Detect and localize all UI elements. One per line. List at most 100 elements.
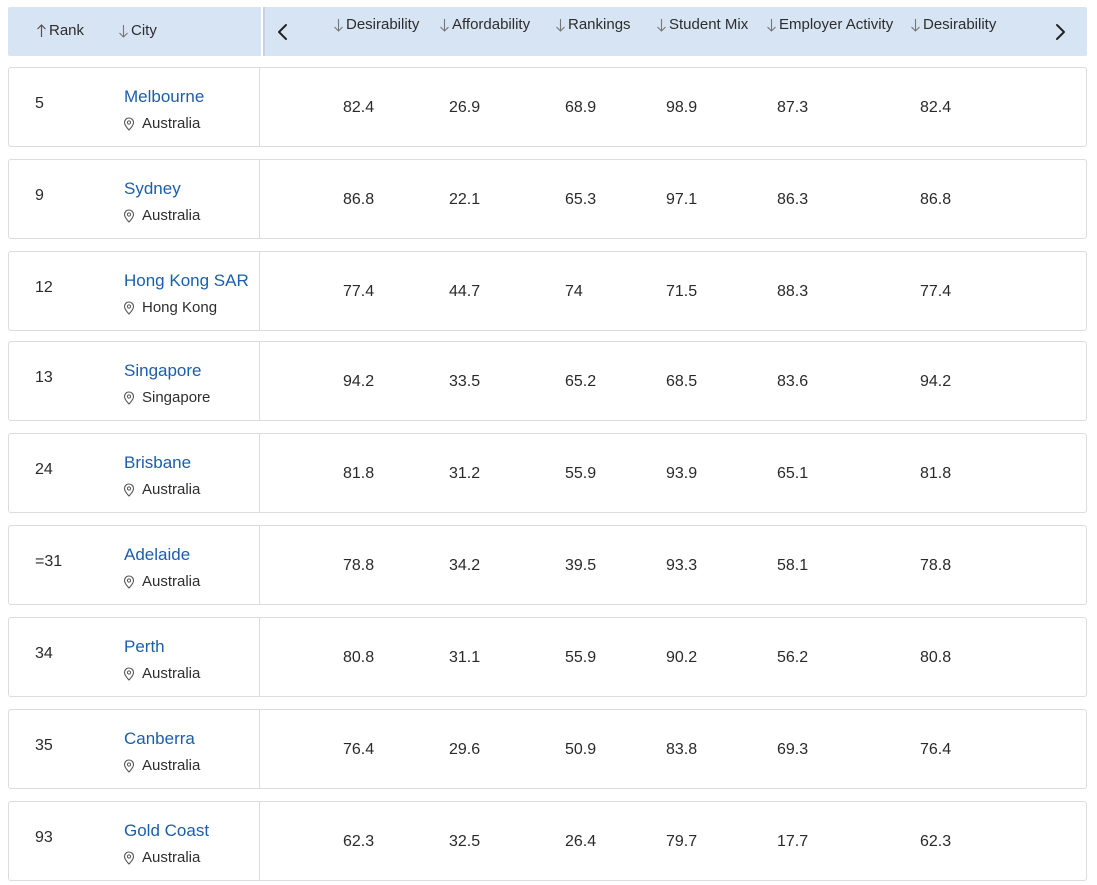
city-country: Australia: [123, 115, 200, 132]
column-header-rankings[interactable]: Rankings: [555, 16, 631, 33]
cell-desirability: 86.8: [343, 191, 375, 208]
cell-desirability: 77.4: [343, 283, 375, 300]
city-link[interactable]: Sydney: [124, 179, 181, 199]
rank-value: 34: [35, 645, 53, 662]
cell-employer-activity: 69.3: [777, 741, 809, 758]
sort-descending-icon: [118, 24, 129, 38]
rank-value: 13: [35, 369, 53, 386]
city-link[interactable]: Canberra: [124, 729, 195, 749]
cell-affordability: 29.6: [449, 741, 481, 758]
cell-desirability: 80.8: [343, 649, 375, 666]
cell-rankings: 65.2: [565, 373, 597, 390]
cell-rankings: 55.9: [565, 465, 597, 482]
column-header-label: Rank: [49, 22, 85, 39]
row-divider: [259, 802, 260, 880]
table-row: 34 Perth Australia 80.8 31.1 55.9 90.2 56.2 80.8: [8, 617, 1087, 697]
cell-desirability-2: 76.4: [920, 741, 952, 758]
sort-descending-icon: [910, 18, 921, 32]
cell-student-mix: 93.3: [666, 557, 698, 574]
city-link[interactable]: Gold Coast: [124, 821, 209, 841]
row-divider: [259, 710, 260, 788]
column-header-employer-activity[interactable]: Employer Activity: [766, 16, 893, 33]
column-header-student-mix[interactable]: Student Mix: [656, 16, 748, 33]
city-country: Australia: [123, 849, 200, 866]
cell-rankings: 26.4: [565, 833, 597, 850]
cell-desirability: 76.4: [343, 741, 375, 758]
cell-rankings: 39.5: [565, 557, 597, 574]
column-header-desirability-2[interactable]: Desirability: [910, 16, 996, 33]
column-header-rank[interactable]: Rank: [36, 22, 84, 39]
cell-affordability: 32.5: [449, 833, 481, 850]
scroll-right-button[interactable]: [1048, 19, 1072, 45]
cell-desirability: 62.3: [343, 833, 375, 850]
header-divider: [261, 7, 265, 56]
cell-student-mix: 83.8: [666, 741, 698, 758]
table-row: 12 Hong Kong SAR Hong Kong 77.4 44.7 74 71.5 88…: [8, 251, 1087, 331]
cell-rankings: 50.9: [565, 741, 597, 758]
sort-descending-icon: [439, 18, 450, 32]
cell-employer-activity: 88.3: [777, 283, 809, 300]
cell-rankings: 68.9: [565, 99, 597, 116]
cell-employer-activity: 58.1: [777, 557, 809, 574]
cell-rankings: 65.3: [565, 191, 597, 208]
cell-desirability: 78.8: [343, 557, 375, 574]
cell-desirability-2: 80.8: [920, 649, 952, 666]
location-pin-icon: [123, 300, 135, 315]
rank-value: 9: [35, 187, 44, 204]
cell-affordability: 34.2: [449, 557, 481, 574]
sort-descending-icon: [656, 18, 667, 32]
cell-employer-activity: 65.1: [777, 465, 809, 482]
cell-desirability-2: 86.8: [920, 191, 952, 208]
table-row: 35 Canberra Australia 76.4 29.6 50.9 83.8 69.3 7…: [8, 709, 1087, 789]
cell-desirability-2: 94.2: [920, 373, 952, 390]
country-label: Hong Kong: [142, 299, 218, 316]
cell-affordability: 31.2: [449, 465, 481, 482]
city-link[interactable]: Hong Kong SAR: [124, 271, 249, 291]
city-link[interactable]: Melbourne: [124, 87, 204, 107]
cell-desirability: 82.4: [343, 99, 375, 116]
cell-student-mix: 90.2: [666, 649, 698, 666]
location-pin-icon: [123, 482, 135, 497]
sort-descending-icon: [555, 18, 566, 32]
cell-desirability-2: 77.4: [920, 283, 952, 300]
city-link[interactable]: Singapore: [124, 361, 202, 381]
column-header-label: Employer Activity: [779, 16, 894, 33]
cell-student-mix: 71.5: [666, 283, 698, 300]
city-country: Australia: [123, 481, 200, 498]
cell-student-mix: 98.9: [666, 99, 698, 116]
column-header-desirability[interactable]: Desirability: [333, 16, 419, 33]
table-row: 13 Singapore Singapore 94.2 33.5 65.2 68.5 83.6…: [8, 341, 1087, 421]
row-divider: [259, 618, 260, 696]
country-label: Australia: [142, 207, 201, 224]
city-country: Singapore: [123, 389, 210, 406]
cell-affordability: 31.1: [449, 649, 481, 666]
column-header-city[interactable]: City: [118, 22, 157, 39]
city-country: Australia: [123, 207, 200, 224]
rank-value: =31: [35, 553, 63, 570]
rank-value: 35: [35, 737, 53, 754]
country-label: Australia: [142, 757, 201, 774]
cell-desirability-2: 62.3: [920, 833, 952, 850]
cell-affordability: 22.1: [449, 191, 481, 208]
city-link[interactable]: Brisbane: [124, 453, 191, 473]
table-row: 93 Gold Coast Australia 62.3 32.5 26.4 79.7 17.…: [8, 801, 1087, 881]
table-row: =31 Adelaide Australia 78.8 34.2 39.5 93.3 58.1…: [8, 525, 1087, 605]
table-row: 5 Melbourne Australia 82.4 26.9 68.9 98.9 87.3 8…: [8, 67, 1087, 147]
table-row: 9 Sydney Australia 86.8 22.1 65.3 97.1 86.3 86.8: [8, 159, 1087, 239]
scroll-left-button[interactable]: [271, 19, 295, 45]
rank-value: 12: [35, 279, 53, 296]
cell-student-mix: 93.9: [666, 465, 698, 482]
chevron-left-icon: [278, 24, 287, 40]
column-header-label: City: [131, 22, 157, 39]
cell-affordability: 44.7: [449, 283, 481, 300]
city-country: Australia: [123, 665, 200, 682]
row-divider: [259, 434, 260, 512]
row-divider: [259, 526, 260, 604]
city-link[interactable]: Perth: [124, 637, 165, 657]
cell-desirability-2: 78.8: [920, 557, 952, 574]
location-pin-icon: [123, 574, 135, 589]
column-header-affordability[interactable]: Affordability: [439, 16, 530, 33]
rank-value: 93: [35, 829, 53, 846]
city-link[interactable]: Adelaide: [124, 545, 190, 565]
cell-student-mix: 97.1: [666, 191, 698, 208]
